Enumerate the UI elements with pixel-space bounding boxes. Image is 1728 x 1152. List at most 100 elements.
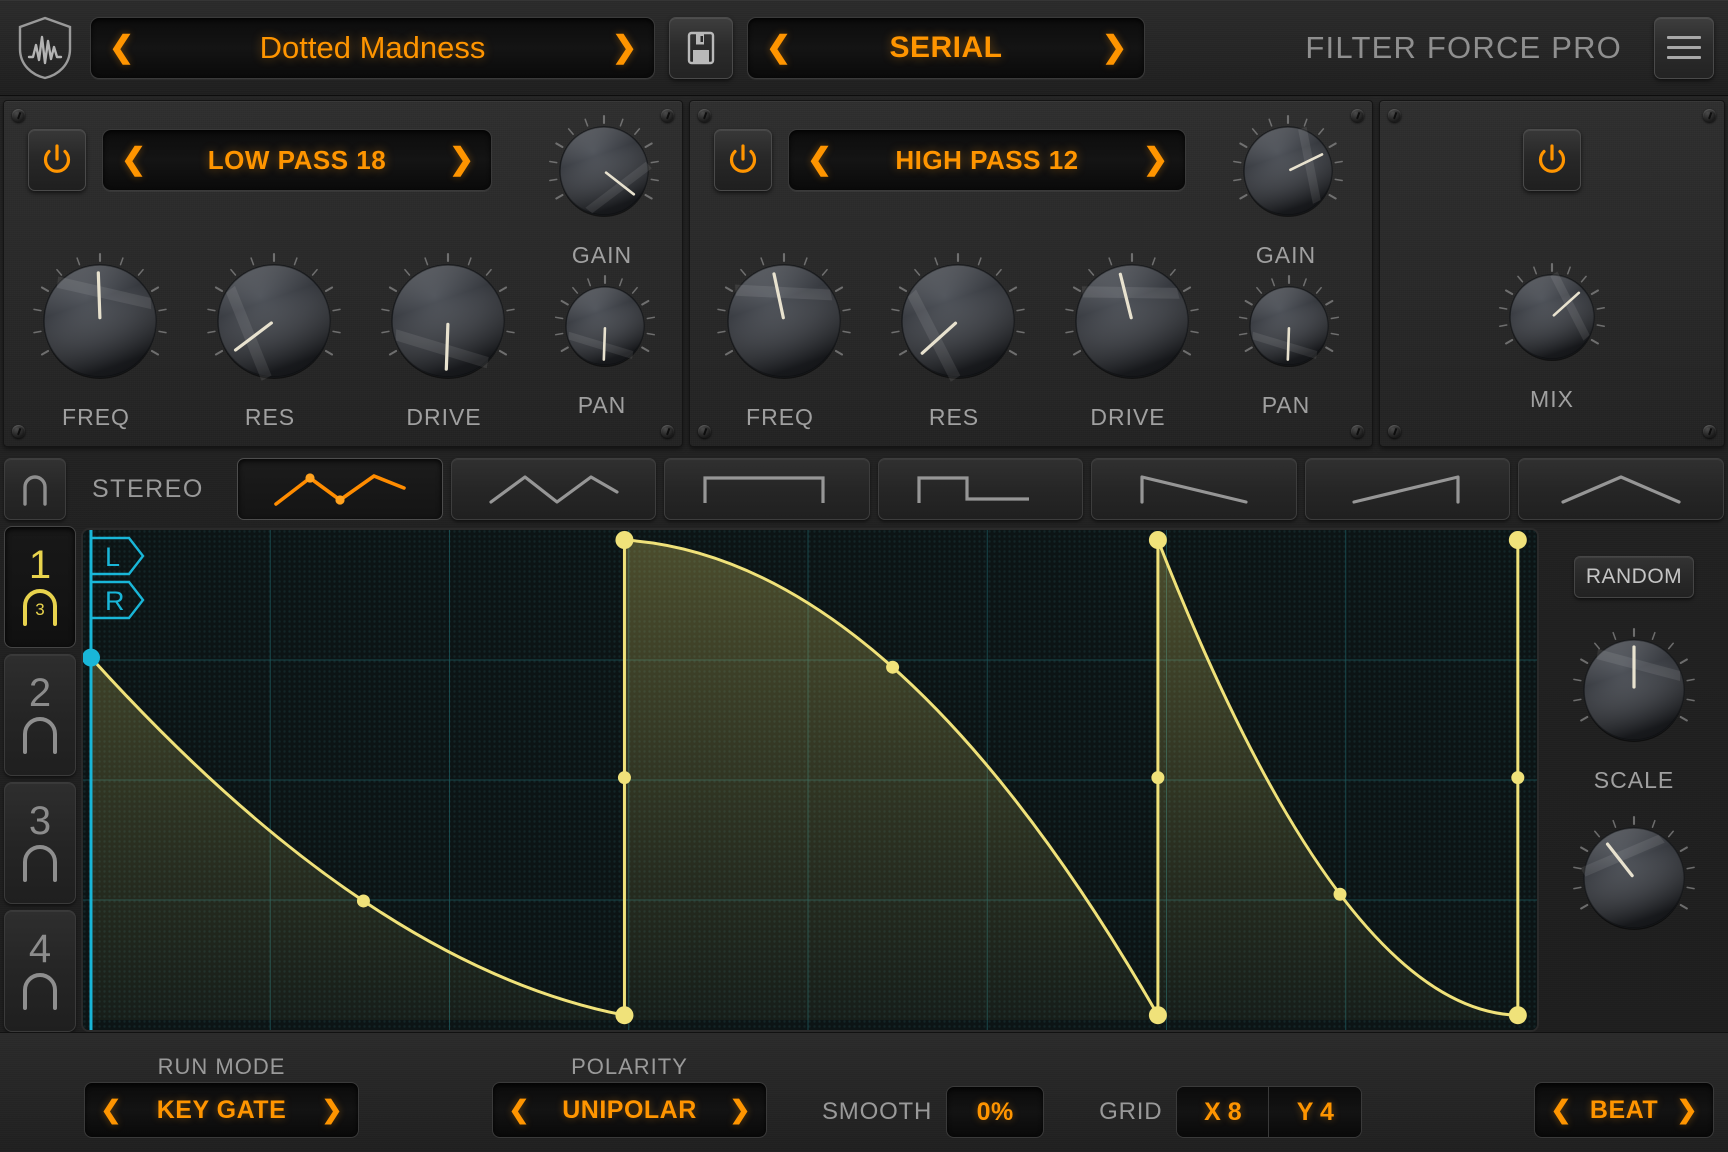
grid-x-value[interactable]: X 8 (1177, 1087, 1269, 1137)
lfo-slot-number: 3 (29, 802, 51, 840)
filter-a-type-selector[interactable]: ❮ LOW PASS 18 ❯ (102, 129, 492, 191)
lfo-slot-4[interactable]: 4 (4, 910, 76, 1032)
knob-gain-a[interactable]: GAIN (546, 113, 658, 269)
knob-pan-a[interactable]: PAN (552, 273, 652, 419)
polarity-selector[interactable]: ❮ UNIPOLAR ❯ (492, 1082, 767, 1138)
save-preset-button[interactable] (669, 17, 733, 79)
knob-label: MIX (1380, 386, 1724, 413)
knob-res-b[interactable]: RES (888, 251, 1020, 431)
screw-icon (661, 109, 674, 122)
loop-icon (16, 842, 64, 884)
lfo-slot-1[interactable]: 1 3 (4, 526, 76, 648)
sync-mode-value: BEAT (1573, 1096, 1675, 1125)
run-mode-selector[interactable]: ❮ KEY GATE ❯ (84, 1082, 359, 1138)
knob-label: RES (204, 404, 336, 431)
knob-drive-a[interactable]: DRIVE (378, 251, 510, 431)
routing-prev-icon[interactable]: ❮ (766, 33, 790, 63)
screw-icon (661, 425, 674, 438)
loop-icon (16, 970, 64, 1012)
filter-b-type-next-icon[interactable]: ❯ (1143, 145, 1167, 175)
preset-next-icon[interactable]: ❯ (612, 33, 636, 63)
preset-prev-icon[interactable]: ❮ (109, 33, 133, 63)
hamburger-menu-icon[interactable] (1654, 17, 1714, 79)
sync-mode-selector[interactable]: ❮ BEAT ❯ (1534, 1082, 1714, 1138)
mix-power-button[interactable] (1523, 129, 1581, 191)
screw-icon (12, 425, 25, 438)
polarity-group: POLARITY ❮ UNIPOLAR ❯ (492, 1082, 767, 1138)
polarity-prev-icon[interactable]: ❮ (507, 1098, 531, 1123)
lfo-slot-2[interactable]: 2 (4, 654, 76, 776)
smooth-value: 0% (961, 1098, 1029, 1127)
preset-selector[interactable]: ❮ Dotted Madness ❯ (90, 17, 655, 79)
filter-b-type-prev-icon[interactable]: ❮ (807, 145, 831, 175)
routing-next-icon[interactable]: ❯ (1102, 33, 1126, 63)
sync-next-icon[interactable]: ❯ (1675, 1098, 1699, 1123)
power-icon (726, 143, 760, 177)
filter-b-type-value: HIGH PASS 12 (831, 145, 1143, 176)
smooth-group: SMOOTH 0% (822, 1086, 1044, 1138)
lfo-slot-number: 1 (29, 546, 51, 584)
polarity-value: UNIPOLAR (531, 1096, 728, 1125)
screw-icon (1388, 109, 1401, 122)
knob-label: FREQ (30, 404, 162, 431)
preset-name: Dotted Madness (133, 30, 612, 66)
run-mode-next-icon[interactable]: ❯ (320, 1098, 344, 1123)
shape-saw-down-button[interactable] (1091, 458, 1297, 520)
knob-drive-b[interactable]: DRIVE (1062, 251, 1194, 431)
lfo-slot-repeat-count: 3 (35, 600, 44, 619)
random-button[interactable]: RANDOM (1574, 556, 1694, 598)
sync-prev-icon[interactable]: ❮ (1549, 1098, 1573, 1123)
filter-b-type-selector[interactable]: ❮ HIGH PASS 12 ❯ (788, 129, 1186, 191)
lfo-loop-button[interactable] (4, 458, 66, 520)
loop-icon (18, 471, 52, 507)
knob-res-a[interactable]: RES (204, 251, 336, 431)
filter-a-type-next-icon[interactable]: ❯ (449, 145, 473, 175)
stereo-mode-label: STEREO (74, 475, 229, 504)
shape-peak-button[interactable] (1518, 458, 1724, 520)
svg-text:R: R (105, 586, 125, 616)
grid-y-value[interactable]: Y 4 (1269, 1087, 1361, 1137)
lfo-right-controls: RANDOM SCALE (1544, 526, 1724, 1032)
knob-mix[interactable]: MIX (1380, 261, 1724, 413)
run-mode-prev-icon[interactable]: ❮ (99, 1098, 123, 1123)
saw-down-icon (1118, 466, 1270, 512)
shape-triangle-button[interactable] (451, 458, 657, 520)
knob-label: SCALE (1564, 767, 1704, 794)
shape-saw-up-button[interactable] (1305, 458, 1511, 520)
filter-a-type-prev-icon[interactable]: ❮ (121, 145, 145, 175)
screw-icon (1703, 425, 1716, 438)
grid-group: GRID X 8 Y 4 (1099, 1086, 1362, 1138)
filter-a-power-button[interactable] (28, 129, 86, 191)
lfo-curve-editor[interactable]: L R (81, 528, 1539, 1032)
knob-gain-b[interactable]: GAIN (1230, 113, 1342, 269)
filter-b-power-button[interactable] (714, 129, 772, 191)
lfo-editor-section: 1 3 2 3 4 (0, 524, 1728, 1032)
run-mode-label: RUN MODE (84, 1054, 359, 1080)
shape-custom-dotted-button[interactable] (237, 458, 443, 520)
zigzag-dotted-icon (264, 466, 416, 512)
knob-freq-a[interactable]: FREQ (30, 251, 162, 431)
knob-freq-b[interactable]: FREQ (714, 251, 846, 431)
floppy-disk-save-icon (687, 31, 715, 65)
screw-icon (1351, 425, 1364, 438)
lfo-slot-number: 2 (29, 674, 51, 712)
lfo-slot-3[interactable]: 3 (4, 782, 76, 904)
screw-icon (1388, 425, 1401, 438)
brand-title: FILTER FORCE PRO (1159, 30, 1640, 66)
plugin-window: ❮ Dotted Madness ❯ ❮ SERIAL ❯ FILTER FOR… (0, 0, 1728, 1152)
shape-square-button[interactable] (664, 458, 870, 520)
lfo-shape-bar: STEREO (0, 450, 1728, 524)
knob-scale[interactable]: SCALE (1564, 626, 1704, 794)
screw-icon (1351, 109, 1364, 122)
run-mode-value: KEY GATE (123, 1096, 320, 1125)
routing-mode-selector[interactable]: ❮ SERIAL ❯ (747, 17, 1145, 79)
knob-pan-b[interactable]: PAN (1236, 273, 1336, 419)
routing-mode-value: SERIAL (790, 31, 1102, 65)
knob-rate[interactable] (1564, 814, 1704, 947)
polarity-next-icon[interactable]: ❯ (728, 1098, 752, 1123)
smooth-value-field[interactable]: 0% (946, 1086, 1044, 1138)
filter-a-panel: ❮ LOW PASS 18 ❯ FREQ (3, 100, 683, 447)
shape-pulse-button[interactable] (878, 458, 1084, 520)
knob-label: DRIVE (1062, 404, 1194, 431)
saw-up-icon (1332, 466, 1484, 512)
